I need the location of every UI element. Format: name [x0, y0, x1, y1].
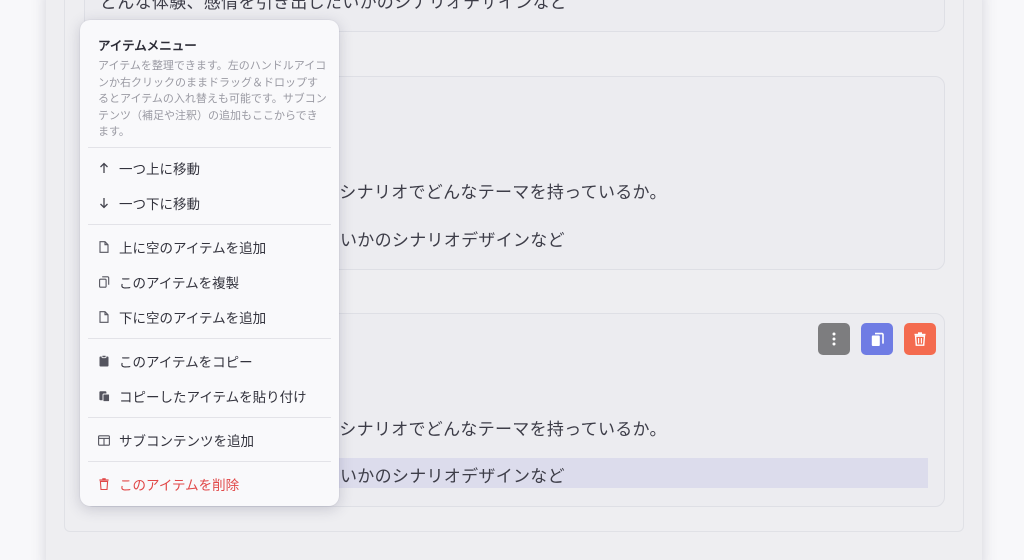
- menu-title: アイテムメニュー: [98, 38, 197, 53]
- menu-divider: [88, 147, 331, 148]
- menu-divider: [88, 224, 331, 225]
- item-card-2-line2: いかのシナリオデザインなど: [340, 467, 565, 487]
- file-icon: [98, 310, 110, 324]
- trash-icon: [98, 477, 110, 491]
- menu-item-copy[interactable]: このアイテムをコピー: [88, 345, 331, 377]
- clipboard-icon: [98, 354, 110, 368]
- copy-item-button[interactable]: [861, 323, 893, 355]
- more-button[interactable]: [818, 323, 850, 355]
- menu-item-label: このアイテムをコピー: [119, 355, 253, 371]
- menu-divider: [88, 461, 331, 462]
- menu-item-add-subcontent[interactable]: サブコンテンツを追加: [88, 424, 331, 456]
- item-card-1-line2: いかのシナリオデザインなど: [340, 231, 565, 251]
- menu-item-label: このアイテムを複製: [119, 276, 240, 292]
- item-card-1-line1: なシナリオでどんなテーマを持っているか。: [322, 183, 667, 203]
- menu-description: アイテムを整理できます。左のハンドルアイコンか右クリックのままドラッグ＆ドロップ…: [98, 59, 327, 138]
- menu-item-label: コピーしたアイテムを貼り付け: [119, 390, 307, 406]
- paste-icon: [98, 389, 110, 403]
- menu-item-delete[interactable]: このアイテムを削除: [88, 468, 331, 500]
- menu-item-duplicate[interactable]: このアイテムを複製: [88, 266, 331, 298]
- delete-item-button[interactable]: [904, 323, 936, 355]
- menu-item-label: 一つ下に移動: [119, 197, 200, 213]
- menu-item-add-above[interactable]: 上に空のアイテムを追加: [88, 231, 331, 263]
- menu-divider: [88, 417, 331, 418]
- duplicate-icon: [98, 275, 110, 289]
- item-card-2-line1: なシナリオでどんなテーマを持っているか。: [322, 420, 667, 440]
- trash-icon: [914, 332, 926, 346]
- columns-icon: [98, 433, 110, 447]
- menu-item-label: 上に空のアイテムを追加: [119, 241, 267, 257]
- menu-item-label: サブコンテンツを追加: [119, 434, 254, 450]
- item-text-top: どんな体験、感情を引き出したいかのシナリオデザインなど: [100, 0, 568, 13]
- menu-item-paste[interactable]: コピーしたアイテムを貼り付け: [88, 380, 331, 412]
- menu-item-move-up[interactable]: 一つ上に移動: [88, 152, 331, 184]
- arrow-up-icon: [98, 161, 110, 175]
- menu-item-add-below[interactable]: 下に空のアイテムを追加: [88, 301, 331, 333]
- menu-item-label: 下に空のアイテムを追加: [119, 311, 267, 327]
- menu-header: アイテムメニュー アイテムを整理できます。左のハンドルアイコンか右クリックのまま…: [98, 35, 328, 141]
- item-context-menu: アイテムメニュー アイテムを整理できます。左のハンドルアイコンか右クリックのまま…: [80, 20, 339, 506]
- menu-divider: [88, 338, 331, 339]
- file-icon: [98, 240, 110, 254]
- menu-item-move-down[interactable]: 一つ下に移動: [88, 187, 331, 219]
- arrow-down-icon: [98, 196, 110, 210]
- menu-item-label: 一つ上に移動: [119, 162, 200, 178]
- menu-item-label: このアイテムを削除: [119, 478, 240, 494]
- copy-icon: [871, 332, 884, 346]
- more-vertical-icon: [832, 332, 836, 346]
